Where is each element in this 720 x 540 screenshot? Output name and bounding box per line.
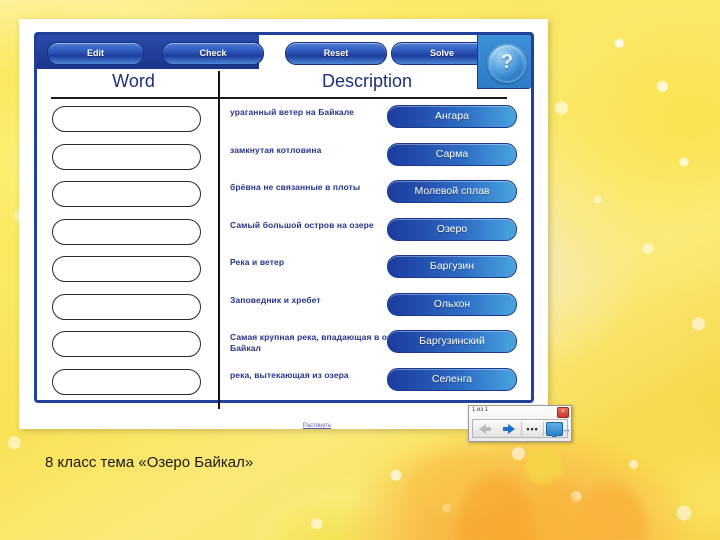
table-row: Заповедник и хребет Ольхон (37, 289, 531, 325)
reset-button[interactable]: Reset (285, 42, 387, 65)
word-input-1[interactable] (52, 106, 201, 132)
slide-caption: 8 класс тема «Озеро Байкал» (45, 454, 254, 471)
back-arrow-tail (486, 426, 492, 431)
presentation-view-button[interactable] (544, 420, 566, 437)
word-input-6[interactable] (52, 293, 201, 320)
forward-arrow-icon (508, 423, 516, 434)
word-input-4[interactable] (52, 218, 201, 245)
presentation-slide: Edit Check Reset Solve ? Word Descriptio… (19, 19, 572, 442)
answer-button-4[interactable]: Озеро (387, 217, 517, 241)
table-row: брёвна не связанные в плоты Молевой сплав (37, 176, 531, 212)
matching-game-panel: Edit Check Reset Solve ? Word Descriptio… (34, 32, 534, 409)
matching-rows: ураганный ветер на Байкале Ангара замкнута… (37, 101, 531, 398)
word-input-5[interactable] (52, 256, 201, 282)
table-row: Река и ветер Баргузин (37, 251, 531, 287)
description-column-title: Description (321, 71, 413, 91)
answer-button-1[interactable]: Ангара (387, 105, 517, 128)
answer-button-2[interactable]: Сарма (387, 142, 517, 166)
page-counter: 1 из 1 (472, 407, 489, 413)
ellipsis-icon: ••• (526, 423, 539, 434)
table-row: Самая крупная река, впадающая в озеро Ба… (37, 326, 531, 362)
close-icon[interactable]: × (557, 407, 569, 418)
word-column-title: Word (112, 71, 155, 91)
answer-button-5[interactable]: Баргузин (387, 255, 517, 278)
word-input-3[interactable] (52, 181, 201, 207)
navigation-toolbar: ••• ↔ (472, 419, 571, 438)
answer-button-6[interactable]: Ольхон (387, 292, 517, 316)
header-divider-line (51, 97, 507, 99)
more-options-button[interactable]: ••• (522, 420, 542, 437)
back-arrow-icon (479, 423, 487, 434)
word-input-2[interactable] (52, 143, 201, 170)
check-button[interactable]: Check (162, 42, 264, 65)
answer-button-8[interactable]: Селенга (387, 367, 517, 391)
back-button[interactable] (473, 420, 497, 437)
expand-button[interactable]: ↔ (562, 420, 571, 437)
column-headers: Word Description (37, 69, 531, 99)
table-row: замкнутая котловина Сарма (37, 139, 531, 175)
navigation-widget: 1 из 1 × ••• ↔ (468, 405, 572, 442)
monitor-icon (546, 421, 564, 437)
answer-button-3[interactable]: Молевой сплав (387, 180, 517, 203)
navigation-widget-header: 1 из 1 × (469, 406, 571, 418)
word-input-8[interactable] (52, 368, 201, 395)
forward-button[interactable] (497, 420, 521, 437)
game-toolbar: Edit Check Reset Solve (37, 35, 531, 69)
edit-button[interactable]: Edit (47, 42, 144, 65)
answer-button-7[interactable]: Баргузинский (387, 330, 517, 353)
table-row: река, вытекающая из озера Селенга (37, 364, 531, 400)
word-input-7[interactable] (52, 331, 201, 357)
expand-arrows-icon: ↔ (562, 423, 572, 434)
table-row: Самый большой остров на озере Озеро (37, 214, 531, 250)
stretch-link[interactable]: Растянуть (277, 423, 357, 429)
table-row: ураганный ветер на Байкале Ангара (37, 101, 531, 137)
